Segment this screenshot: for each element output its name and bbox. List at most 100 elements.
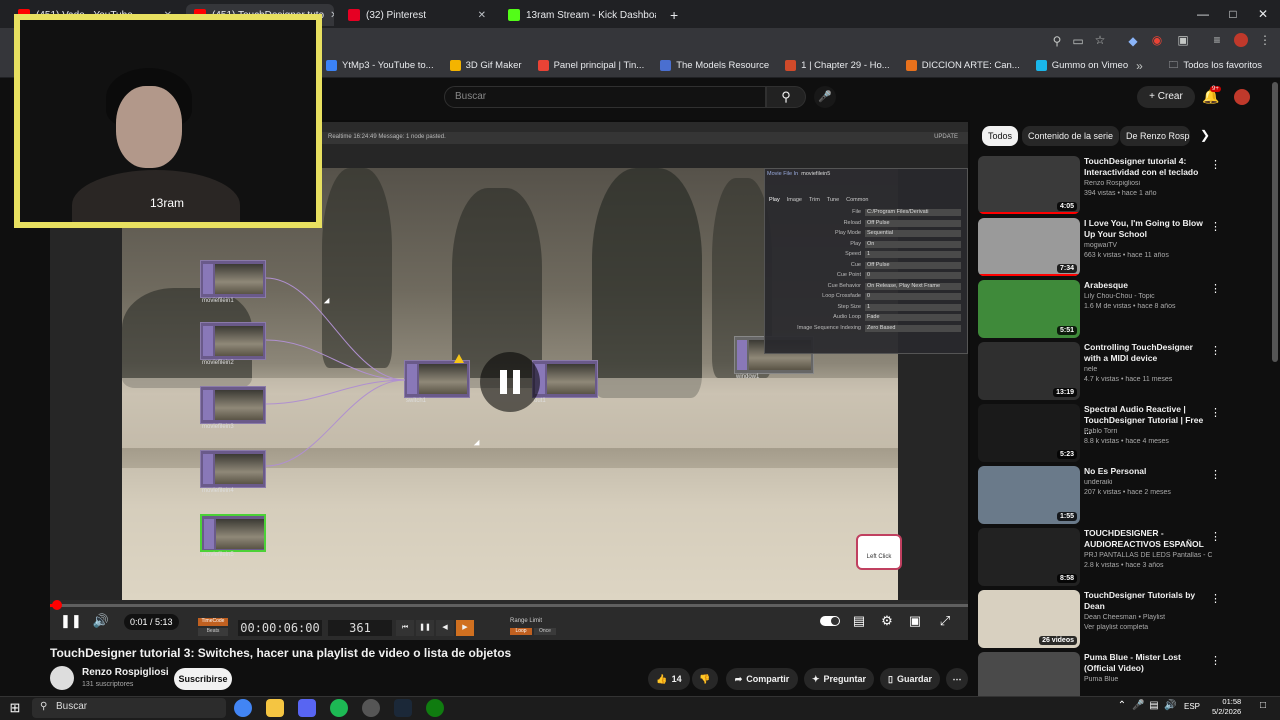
recommended-channel[interactable]: PRJ PANTALLAS DE LEDS Pantallas - Co... — [1084, 552, 1212, 559]
td-param-value[interactable]: 1 — [865, 251, 961, 258]
bookmark-item[interactable]: The Models Resource — [652, 60, 777, 71]
td-param-row[interactable]: Cue Behavior On Release, Play Next Frame — [769, 282, 965, 291]
video-progress-bar[interactable] — [50, 600, 968, 610]
td-parameter-panel[interactable]: Movie File In moviefilein5 Play Image Trim… — [764, 168, 968, 354]
video-thumbnail[interactable]: 13:19 — [978, 342, 1080, 400]
xbox-taskbar-icon[interactable] — [426, 699, 444, 717]
play-pause-icon[interactable]: ❚❚ — [60, 613, 82, 629]
td-param-value[interactable]: Zero Based — [865, 324, 961, 332]
steam-taskbar-icon[interactable] — [394, 699, 412, 717]
recommended-channel[interactable]: Renzo Rospigliosi — [1084, 180, 1212, 187]
td-param-tab[interactable]: Image — [787, 197, 802, 203]
channel-name[interactable]: Renzo Rospigliosi — [82, 667, 169, 678]
td-range-loop[interactable]: Loop — [510, 628, 532, 635]
bookmark-item[interactable]: 3D Gif Maker — [442, 60, 530, 71]
td-beats-toggle[interactable]: Beats — [198, 628, 228, 636]
bookmark-item[interactable]: Panel principal | Tin... — [530, 60, 653, 71]
td-timecode-toggle[interactable]: TimeCode — [198, 618, 228, 626]
minimize-icon[interactable]: — — [1188, 4, 1218, 24]
bookmark-item[interactable]: DICCION ARTE: Can... — [898, 60, 1028, 71]
recommended-video[interactable]: 4:05 TouchDesigner tutorial 4: Interactiv… — [978, 156, 1278, 214]
recommended-video[interactable]: 5:23 Spectral Audio Reactive | TouchDesig… — [978, 404, 1278, 462]
td-param-row[interactable]: Speed 1 — [769, 251, 965, 259]
more-bookmarks-icon[interactable]: » — [1136, 59, 1143, 73]
recommended-video[interactable]: 8:58 TOUCHDESIGNER - AUDIOREACTIVOS ESPAÑ… — [978, 528, 1278, 586]
browser-menu-icon[interactable]: ⋮ — [1258, 33, 1272, 47]
td-step-back-icon[interactable]: ◀ — [436, 620, 454, 636]
close-window-icon[interactable]: ✕ — [1248, 4, 1278, 24]
save-button[interactable]: ▯ Guardar — [880, 668, 940, 690]
extensions-puzzle-icon[interactable]: ▣ — [1176, 33, 1190, 47]
recommended-title[interactable]: Controlling TouchDesigner with a MIDI de… — [1084, 342, 1212, 364]
td-param-value[interactable]: Off Pulse — [865, 219, 961, 227]
tray-volume-icon[interactable]: 🔊 — [1164, 700, 1176, 711]
fullscreen-icon[interactable]: ⤢ — [936, 613, 954, 629]
recommended-channel[interactable]: nele — [1084, 366, 1212, 373]
td-param-row[interactable]: Audio Loop Fade — [769, 314, 965, 322]
td-param-row[interactable]: Loop Crossfade 0 — [769, 293, 965, 301]
td-param-value[interactable]: 0 — [865, 272, 961, 279]
recommended-video[interactable]: 5:51 Arabesque Lily Chou-Chou - Topic 1.6 M… — [978, 280, 1278, 338]
recommended-video[interactable]: 1:55 No Es Personal underaiki 207 k vistas … — [978, 466, 1278, 524]
share-button[interactable]: ➦ Compartir — [726, 668, 798, 690]
record-extension-icon[interactable]: ◉ — [1150, 33, 1164, 47]
td-param-value[interactable]: 0 — [865, 293, 961, 300]
video-thumbnail[interactable]: 4:05 — [978, 156, 1080, 214]
recommended-video[interactable]: 7:34 I Love You, I'm Going to Blow Up You… — [978, 218, 1278, 276]
more-actions-button[interactable]: ⋯ — [946, 668, 968, 690]
recommended-title[interactable]: TOUCHDESIGNER - AUDIOREACTIVOS ESPAÑOL — [1084, 528, 1212, 550]
td-param-row[interactable]: Image Sequence Indexing Zero Based — [769, 324, 965, 333]
recommended-title[interactable]: I Love You, I'm Going to Blow Up Your Sc… — [1084, 218, 1212, 240]
recommended-title[interactable]: Arabesque — [1084, 280, 1212, 291]
notification-center-icon[interactable]: □ — [1256, 700, 1270, 711]
td-rewind-icon[interactable]: ⏮ — [396, 620, 414, 636]
media-controls-icon[interactable]: ≡ — [1210, 33, 1224, 47]
subscribe-button[interactable]: Suscribirse — [174, 668, 232, 690]
profile-avatar[interactable] — [1234, 33, 1248, 47]
recommended-channel[interactable]: Dean Cheesman • Playlist — [1084, 614, 1212, 621]
more-options-icon[interactable]: ⋮ — [1210, 530, 1221, 543]
td-node[interactable] — [532, 360, 598, 398]
td-param-tab[interactable]: Trim — [809, 197, 820, 203]
td-param-tab[interactable]: Common — [846, 197, 868, 203]
video-thumbnail[interactable]: 5:23 — [978, 404, 1080, 462]
search-button[interactable]: ⚲ — [766, 86, 806, 108]
chrome-taskbar-icon[interactable] — [234, 699, 252, 717]
taskbar-search[interactable]: ⚲ Buscar — [32, 698, 226, 718]
td-param-value[interactable]: On — [865, 240, 961, 248]
td-param-row[interactable]: Play Mode Sequential — [769, 230, 965, 238]
video-thumbnail[interactable]: 26 videos — [978, 590, 1080, 648]
tray-chevron-icon[interactable]: ⌃ — [1116, 700, 1128, 711]
miniplayer-icon[interactable]: ▣ — [906, 613, 924, 629]
td-param-row[interactable]: Cue Point 0 — [769, 272, 965, 280]
discord-taskbar-icon[interactable] — [298, 699, 316, 717]
recommended-title[interactable]: TouchDesigner Tutorials by Dean — [1084, 590, 1212, 612]
close-tab-icon[interactable]: ✕ — [472, 10, 486, 21]
pause-overlay-button[interactable] — [480, 352, 540, 412]
zoom-icon[interactable]: ⚲ — [1050, 34, 1064, 48]
video-thumbnail[interactable]: 5:51 — [978, 280, 1080, 338]
td-param-row[interactable]: Cue Off Pulse — [769, 261, 965, 270]
dislike-button[interactable]: 👎 — [692, 668, 718, 690]
td-param-value[interactable]: Fade — [865, 314, 961, 321]
td-param-value[interactable]: C:/Program Files/Derivati — [865, 209, 961, 216]
taskbar-clock[interactable]: 01:58 5/2/2026 — [1212, 697, 1241, 717]
more-options-icon[interactable]: ⋮ — [1210, 654, 1221, 667]
maximize-icon[interactable]: □ — [1218, 4, 1248, 24]
td-param-tab[interactable]: Play — [769, 197, 780, 203]
td-param-row[interactable]: Reload Off Pulse — [769, 219, 965, 228]
settings-gear-icon[interactable]: ⚙ — [878, 613, 896, 629]
tray-mic-icon[interactable]: 🎤 — [1132, 700, 1144, 711]
new-tab-button[interactable]: + — [662, 4, 686, 26]
bookmark-star-icon[interactable]: ☆ — [1093, 33, 1107, 47]
td-pause-icon[interactable]: ❚❚ — [416, 620, 434, 636]
bookmark-item[interactable]: Gummo on Vimeo — [1028, 60, 1136, 71]
td-play-icon[interactable]: ▶ — [456, 620, 474, 636]
language-indicator[interactable]: ESP — [1184, 702, 1200, 711]
subtitles-icon[interactable]: ▤ — [850, 613, 868, 629]
ask-button[interactable]: ✦ Preguntar — [804, 668, 874, 690]
recommended-channel[interactable]: Pablo Torri — [1084, 428, 1212, 435]
bookmark-item[interactable]: YtMp3 - YouTube to... — [318, 60, 442, 71]
channel-avatar[interactable] — [50, 666, 74, 690]
td-node[interactable] — [200, 450, 266, 488]
